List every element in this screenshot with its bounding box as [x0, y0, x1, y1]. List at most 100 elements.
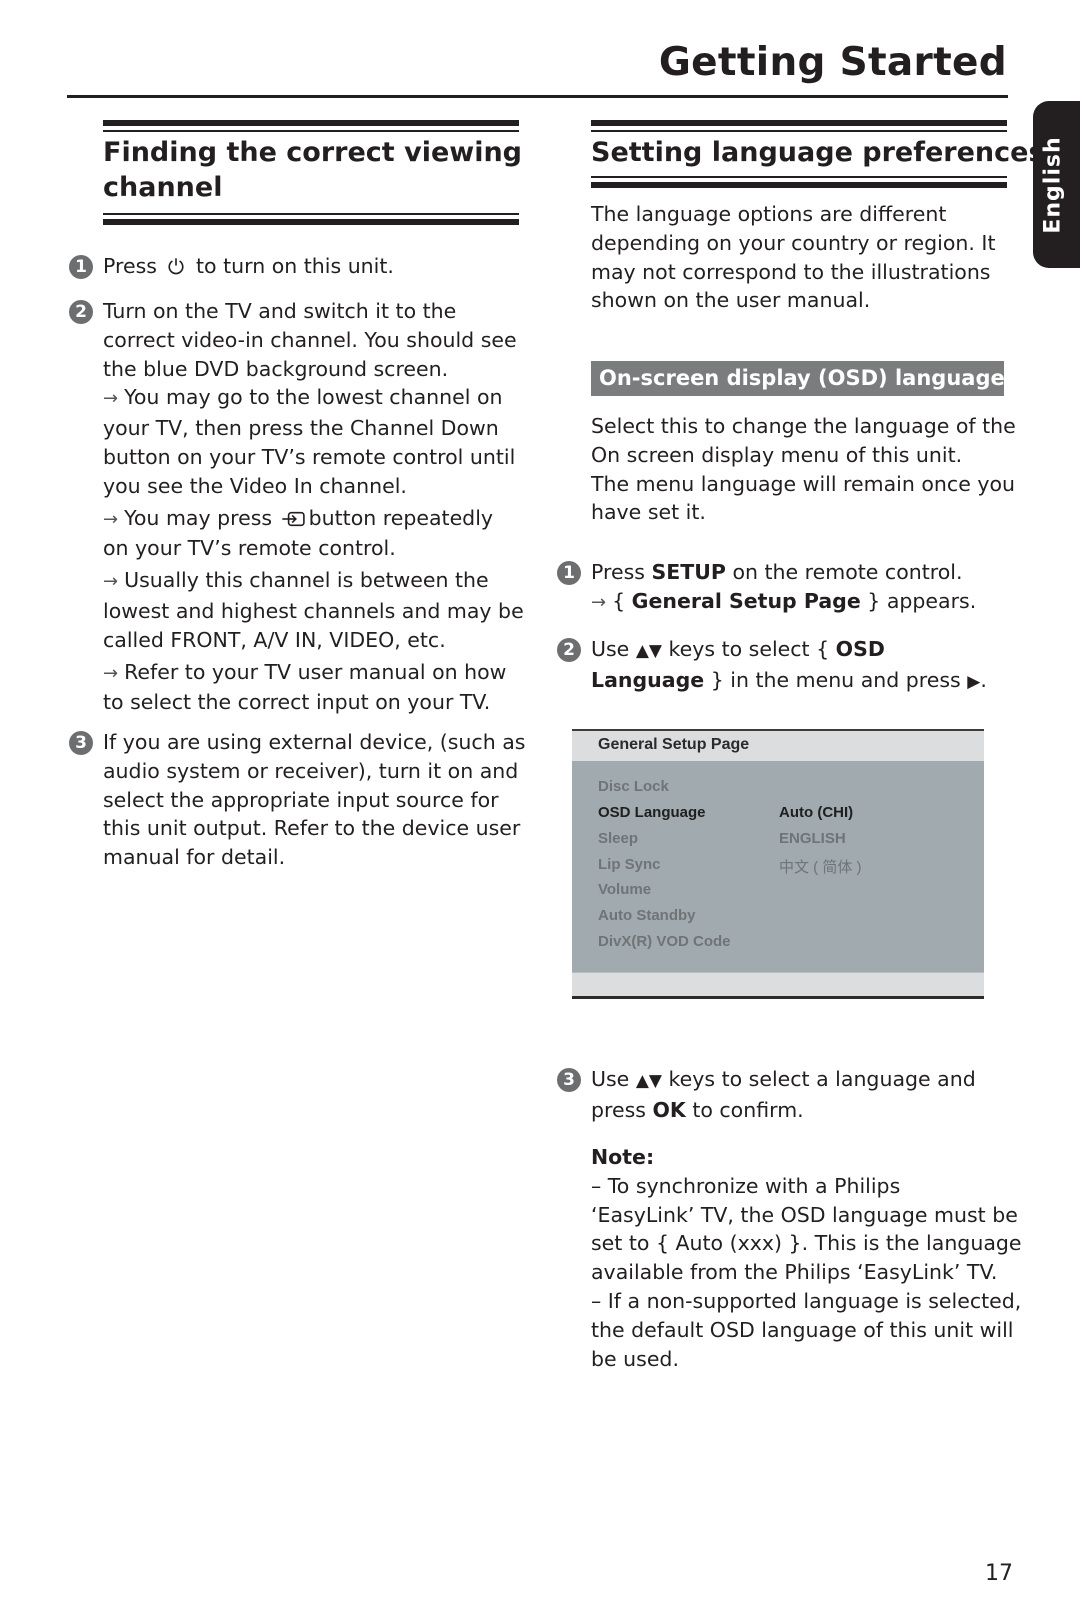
- result-line: → Refer to your TV user manual on how: [103, 658, 533, 689]
- setup-step-2: Use ▲▼ keys to select { OSD Language } i…: [591, 635, 987, 697]
- step-number-badge: 1: [69, 255, 93, 279]
- section-rule: [103, 219, 519, 225]
- note-line: ‘EasyLink’ TV, the OSD language must be: [591, 1202, 1018, 1227]
- option-name: OSD: [835, 637, 885, 661]
- option-name: Language: [591, 667, 705, 692]
- text-line: to select the correct input on your TV.: [103, 690, 491, 715]
- setup-step-3: Use ▲▼ keys to select a language and pre…: [591, 1065, 976, 1125]
- osd-description: Select this to change the language of th…: [591, 412, 1016, 527]
- menu-option-selected: Auto (CHI): [779, 804, 854, 821]
- note-line: the default OSD language of this unit wi…: [591, 1317, 1014, 1342]
- text-line: on your TV’s remote control.: [103, 536, 396, 561]
- text-line: If you are using external device, (such …: [103, 730, 526, 754]
- note-line: – To synchronize with a Philips: [591, 1173, 901, 1198]
- menu-item: Auto Standby: [598, 907, 696, 924]
- text-line: called FRONT, A/V IN, VIDEO, etc.: [103, 627, 446, 652]
- text-line: button on your TV’s remote control until: [103, 444, 516, 469]
- text-line: Language } in the menu and press ▶.: [591, 666, 987, 697]
- text-line: The language options are different: [591, 202, 947, 226]
- arrow-icon: →: [103, 571, 119, 593]
- arrow-icon: →: [591, 591, 607, 613]
- section-title-language-preferences: Setting language preferences: [591, 137, 1045, 168]
- page-title: Getting Started: [658, 40, 1007, 85]
- section-title-viewing-channel: Finding the correct viewing channel: [103, 135, 523, 205]
- title-line: channel: [103, 172, 223, 203]
- menu-body: Disc Lock OSD Language Sleep Lip Sync Vo…: [572, 761, 984, 973]
- text-span: to confirm.: [685, 1097, 804, 1122]
- step-number-badge: 2: [69, 300, 93, 324]
- intro-paragraph: The language options are different depen…: [591, 200, 996, 315]
- menu-item: Volume: [598, 881, 652, 898]
- step-1-text: Press to turn on this unit.: [103, 252, 394, 281]
- text-span: keys to select {: [661, 637, 836, 661]
- text-line: depending on your country or region. It: [591, 230, 996, 255]
- title-line: Finding the correct viewing: [103, 137, 523, 168]
- text-line: you see the Video In channel.: [103, 473, 407, 498]
- text-line: manual for detail.: [103, 845, 286, 870]
- menu-item: DivX(R) VOD Code: [598, 933, 731, 950]
- right-key-icon: ▶: [967, 671, 981, 692]
- header-rule: [67, 95, 1008, 98]
- menu-option: 中文 ( 简体 ): [779, 859, 862, 876]
- text-span: button repeatedly: [308, 505, 494, 530]
- page-number: 17: [985, 1561, 1013, 1586]
- setup-step-1: Press SETUP on the remote control. →{ Ge…: [591, 558, 976, 618]
- text-span: Use: [591, 1067, 636, 1091]
- text-span: keys to select a language and: [661, 1067, 976, 1091]
- text-line: this unit output. Refer to the device us…: [103, 816, 521, 841]
- section-rule: [103, 130, 519, 132]
- note-line: set to { Auto (xxx) }. This is the langu…: [591, 1231, 1022, 1256]
- menu-item: Lip Sync: [598, 856, 661, 873]
- text-line: Press SETUP on the remote control.: [591, 558, 976, 587]
- up-down-keys-icon: ▲▼: [635, 1071, 662, 1091]
- text-line: shown on the user manual.: [591, 288, 871, 313]
- text-line: Select this to change the language of th…: [591, 414, 1016, 438]
- text-span: } in the menu and press: [704, 667, 968, 692]
- menu-title: General Setup Page: [598, 736, 750, 753]
- menu-item: Sleep: [598, 830, 639, 847]
- menu-option: ENGLISH: [779, 830, 846, 847]
- step-number-badge: 1: [557, 561, 581, 585]
- input-source-icon: [281, 511, 305, 526]
- osd-language-heading: On-screen display (OSD) language: [591, 361, 1005, 396]
- text-span: Press: [591, 560, 652, 584]
- setup-key-label: SETUP: [651, 560, 726, 584]
- result-line: →{ General Setup Page } appears.: [591, 587, 976, 618]
- text-span: } appears.: [860, 588, 977, 613]
- text-line: correct video-in channel. You should see: [103, 327, 517, 352]
- text-line: press OK to confirm.: [591, 1096, 976, 1125]
- step-3-text: If you are using external device, (such …: [103, 728, 525, 872]
- text-span: press: [591, 1097, 653, 1122]
- section-rule: [591, 120, 1007, 126]
- ok-key-label: OK: [652, 1097, 686, 1122]
- text-span: {: [612, 588, 632, 613]
- text-span: Usually this channel is between the: [124, 568, 489, 593]
- section-rule: [591, 130, 1007, 132]
- section-rule: [591, 176, 1007, 178]
- section-rule: [103, 120, 519, 126]
- arrow-icon: →: [103, 662, 119, 684]
- text-line: may not correspond to the illustrations: [591, 259, 991, 284]
- text-line: audio system or receiver), turn it on an…: [103, 758, 519, 783]
- general-setup-menu-illustration: General Setup Page Disc Lock OSD Languag…: [572, 729, 984, 999]
- power-icon: [168, 258, 185, 275]
- note-line: – If a non-supported language is selecte…: [591, 1288, 1022, 1313]
- result-line: → You may press button repeatedly: [103, 504, 533, 535]
- note-line: be used.: [591, 1346, 679, 1371]
- menu-item-selected: OSD Language: [598, 804, 706, 821]
- text-line: the blue DVD background screen.: [103, 356, 449, 381]
- menu-name: General Setup Page: [631, 588, 861, 613]
- section-rule: [591, 182, 1007, 188]
- text-span: You may press: [124, 505, 273, 530]
- text-line: On screen display menu of this unit.: [591, 442, 963, 467]
- menu-footer: [572, 973, 984, 996]
- note-line: available from the Philips ‘EasyLink’ TV…: [591, 1260, 998, 1285]
- menu-header: General Setup Page: [572, 731, 984, 761]
- text-line: lowest and highest channels and may be: [103, 598, 524, 623]
- text-span: .: [980, 667, 987, 692]
- step-text: Press: [103, 254, 157, 278]
- text-line: select the appropriate input source for: [103, 787, 499, 812]
- menu-item: Disc Lock: [598, 778, 669, 795]
- text-span: on the remote control.: [725, 560, 963, 584]
- text-span: You may go to the lowest channel on: [124, 385, 503, 410]
